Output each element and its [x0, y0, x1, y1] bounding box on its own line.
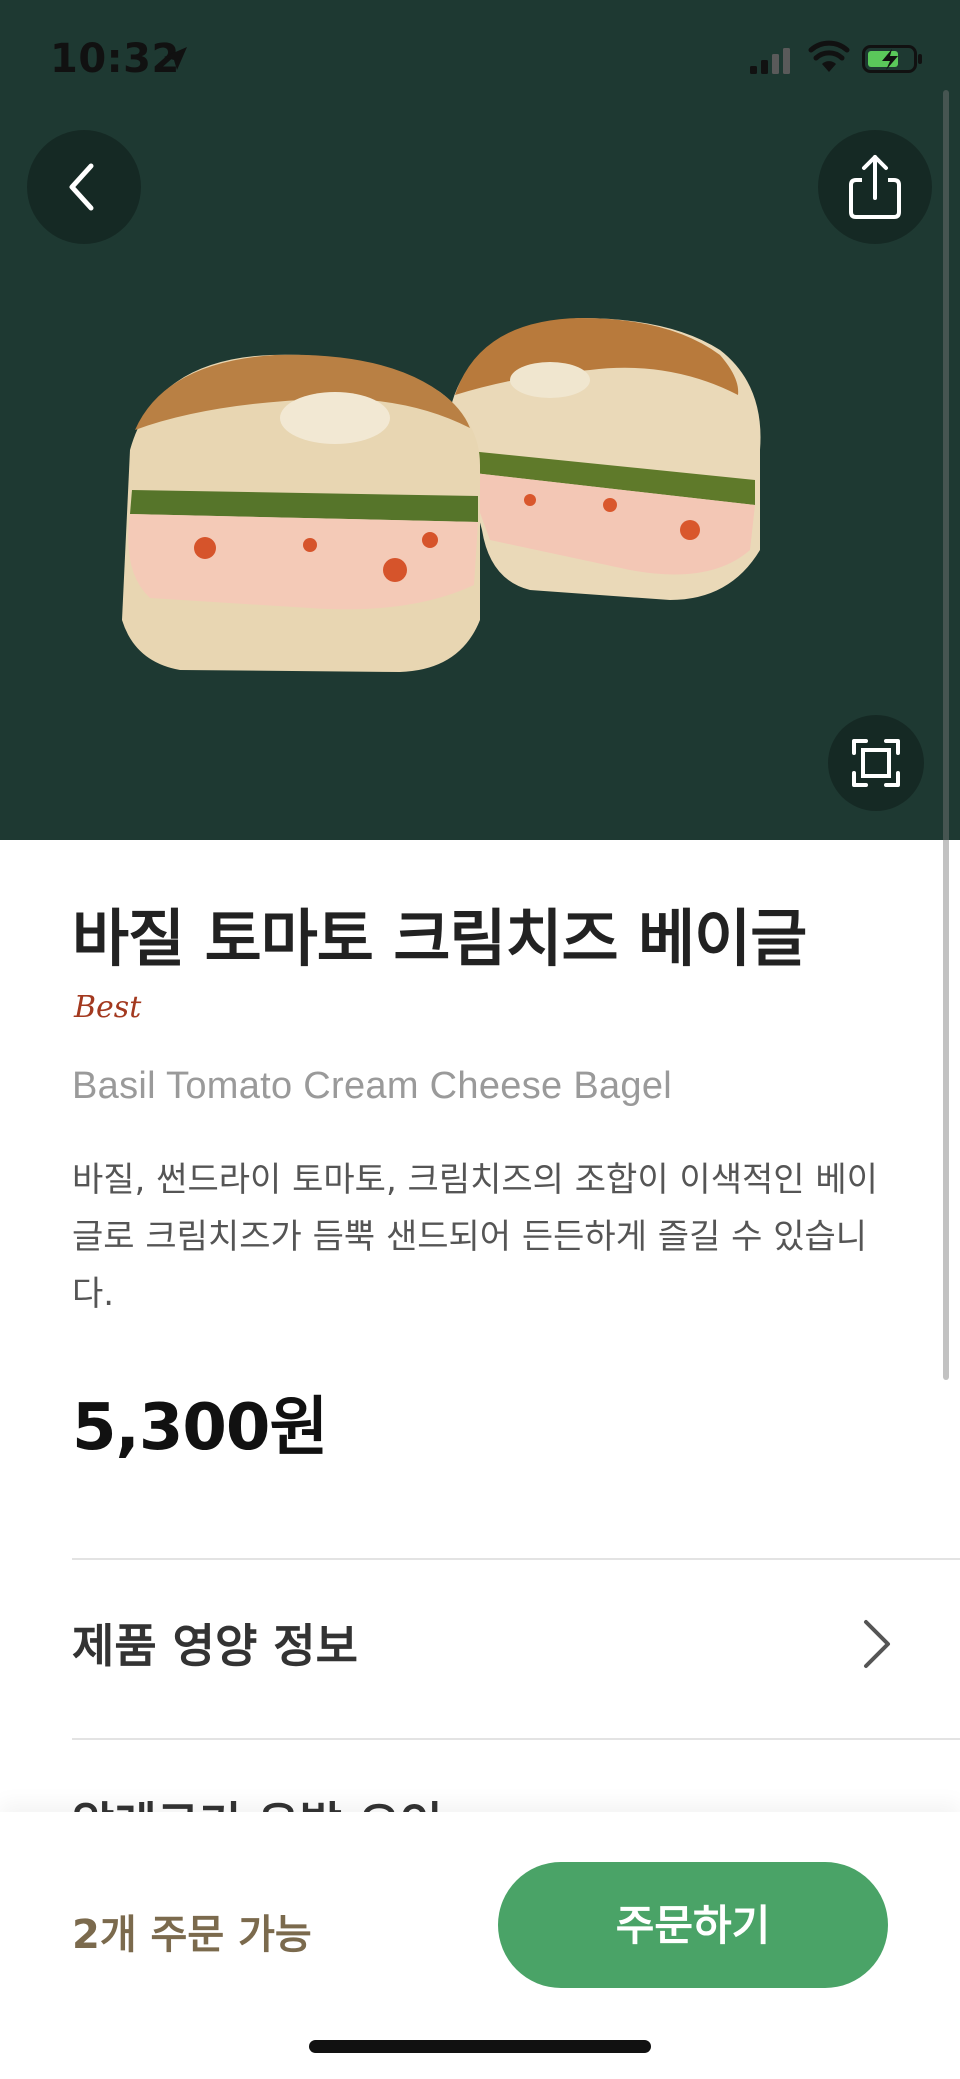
order-button[interactable]: 주문하기: [498, 1862, 888, 1988]
available-quantity: 2개 주문 가능: [72, 1912, 312, 1958]
product-hero: 10:32: [0, 0, 960, 840]
location-arrow-icon: [164, 47, 187, 70]
battery-charging-icon: [862, 45, 922, 73]
back-button[interactable]: [27, 130, 141, 244]
chevron-left-icon: [69, 163, 94, 211]
share-icon: [849, 155, 901, 219]
product-price: 5,300원: [72, 1391, 328, 1465]
wifi-icon: [808, 40, 850, 72]
scrollbar[interactable]: [943, 90, 949, 1380]
best-badge: Best: [74, 990, 142, 1025]
cellular-signal-icon: [750, 48, 790, 74]
product-description: 바질, 썬드라이 토마토, 크림치즈의 조합이 이색적인 베이글로 크림치즈가 …: [72, 1160, 878, 1314]
nutrition-info-row[interactable]: 제품 영양 정보: [0, 1560, 960, 1740]
order-bar: 2개 주문 가능 주문하기: [0, 1812, 960, 2079]
status-bar: 10:32: [0, 0, 960, 120]
nutrition-info-label: 제품 영양 정보: [72, 1619, 358, 1673]
chevron-right-icon: [864, 1620, 890, 1668]
allergy-info-row[interactable]: 알레르기 유발 요인: [0, 1740, 960, 1820]
fullscreen-button[interactable]: [828, 715, 924, 811]
product-detail: 바질 토마토 크림치즈 베이글 Best Basil Tomato Cream …: [0, 840, 960, 1820]
product-name: 바질 토마토 크림치즈 베이글: [72, 902, 807, 975]
share-button[interactable]: [818, 130, 932, 244]
product-english-name: Basil Tomato Cream Cheese Bagel: [72, 1065, 673, 1107]
home-indicator[interactable]: [309, 2040, 651, 2053]
bagel-image: [122, 318, 761, 672]
fullscreen-icon: [852, 739, 900, 787]
